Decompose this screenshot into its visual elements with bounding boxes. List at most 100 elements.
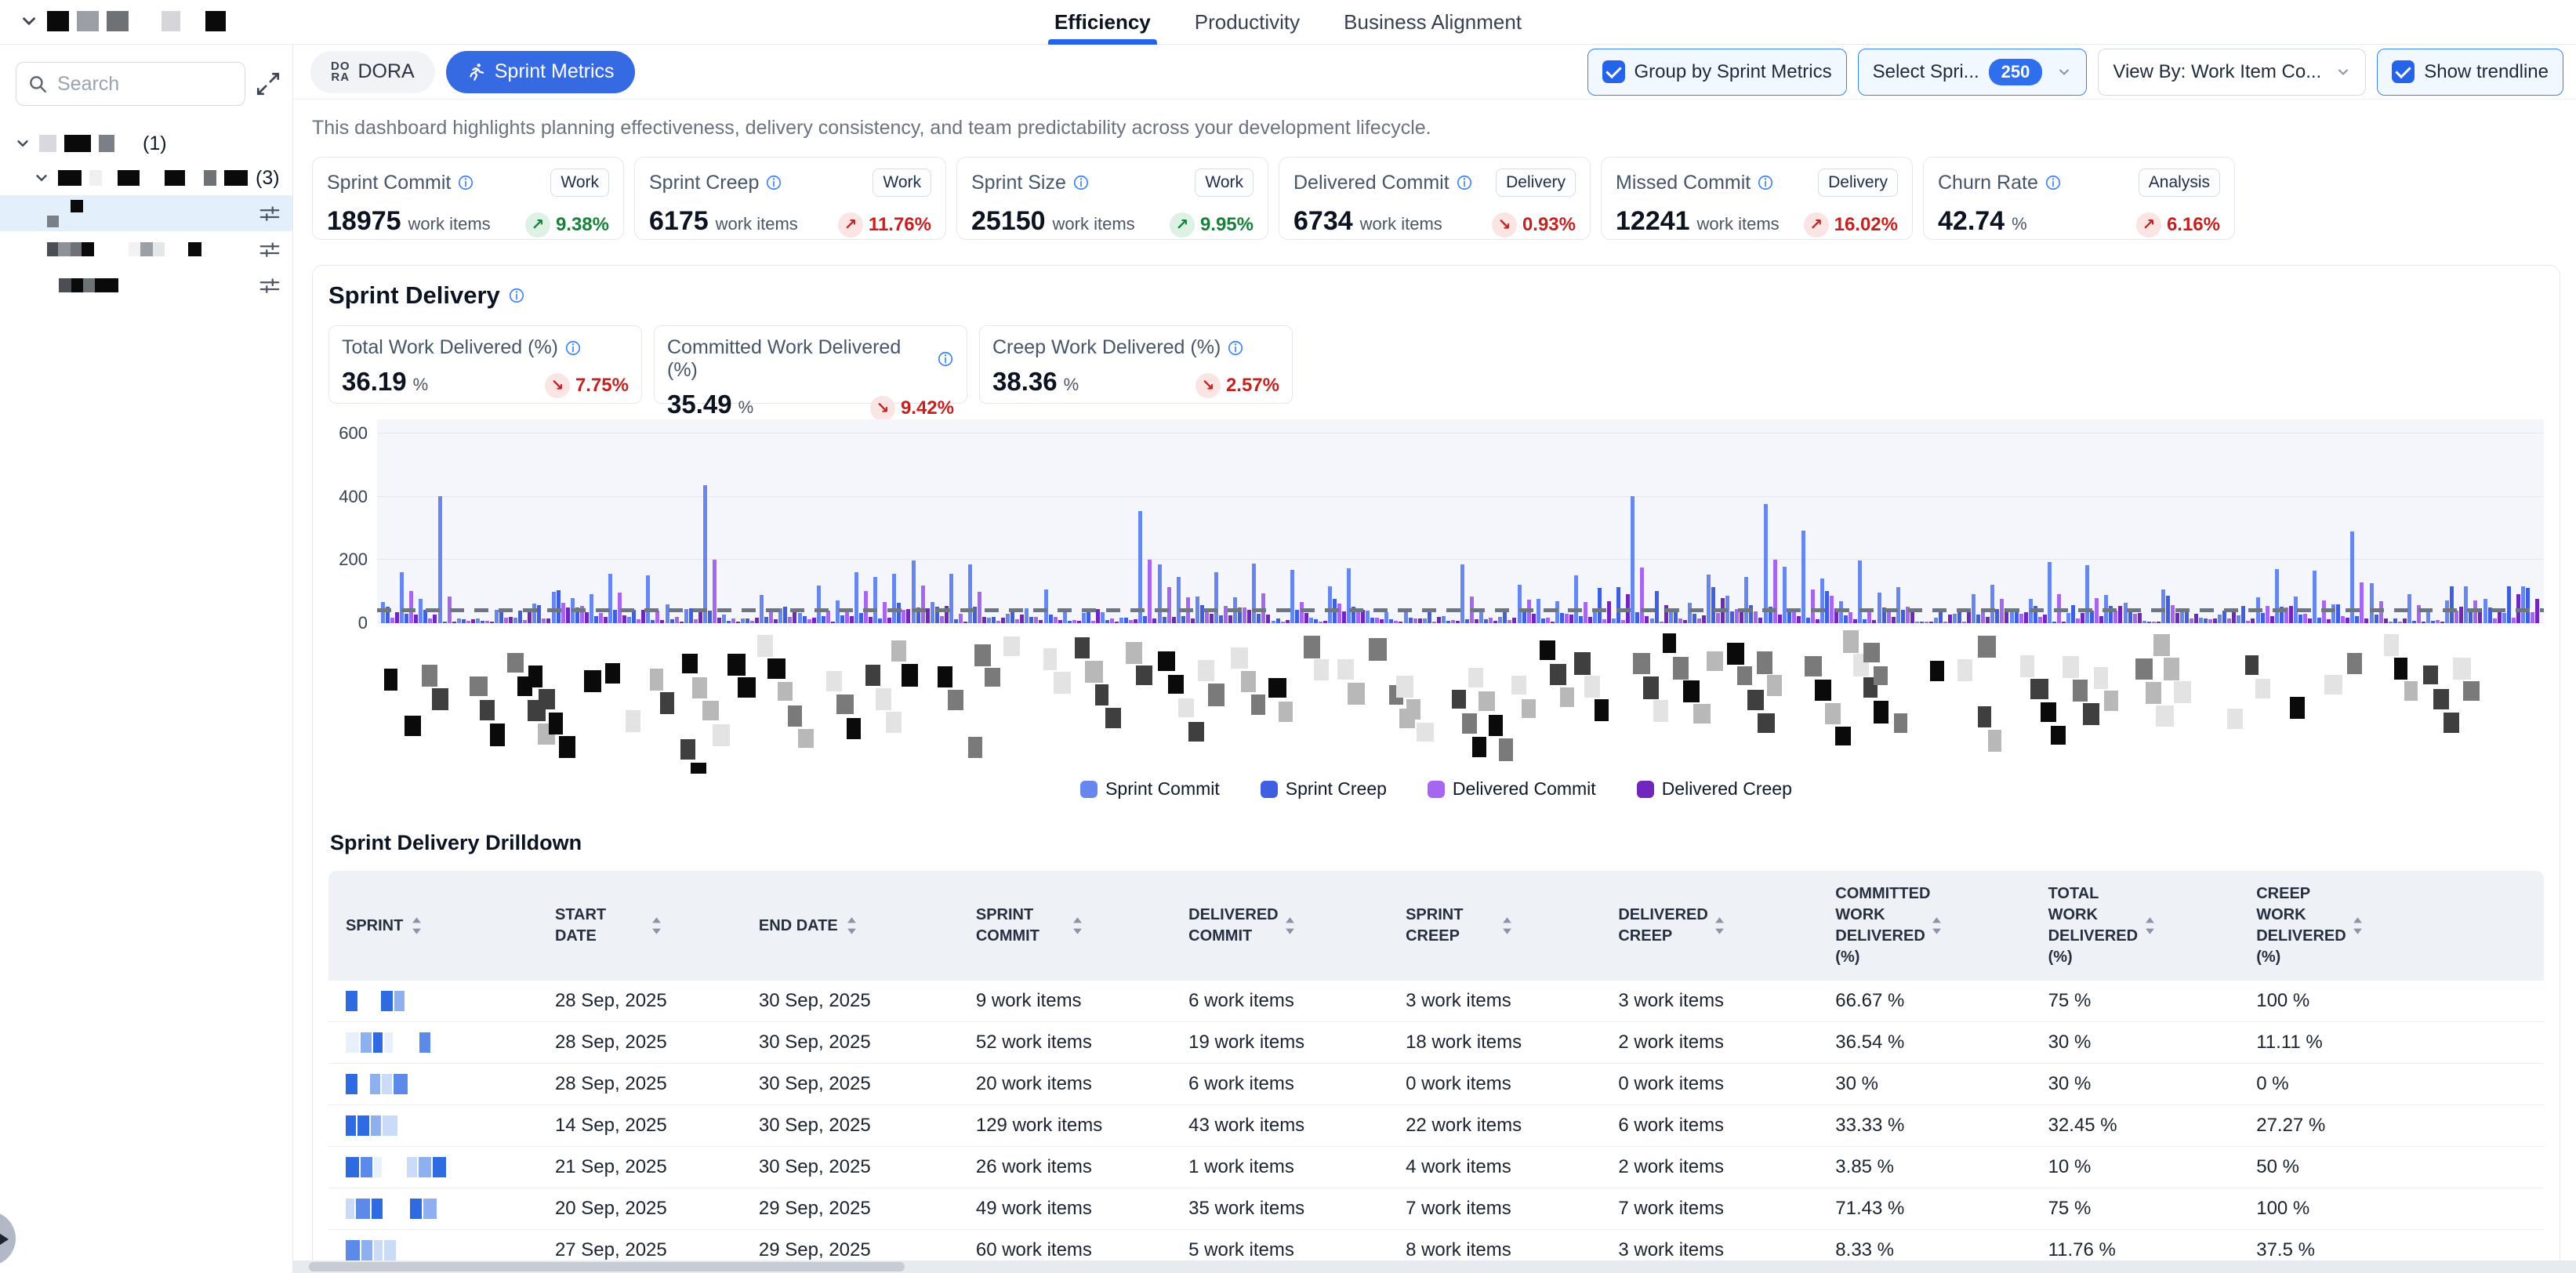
sort-icon[interactable] [1284,916,1296,935]
delivery-card-unit: % [738,397,754,418]
metric-category-badge: Analysis [2139,169,2220,197]
sort-icon[interactable] [1072,916,1083,935]
info-icon[interactable] [765,174,782,191]
tree-leaf[interactable] [0,267,292,303]
table-cell: 66.67 % [1826,981,2038,1022]
metric-value: 18975 [327,206,401,237]
chevron-down-icon [2335,64,2351,80]
sprint-metrics-toggle-button[interactable]: Sprint Metrics [446,51,635,93]
column-header-committed-work-delivered[interactable]: COMMITTED WORK DELIVERED (%) [1826,871,2038,981]
info-icon[interactable] [457,174,474,191]
table-row[interactable]: 28 Sep, 202530 Sep, 202520 work items6 w… [328,1064,2544,1105]
metric-change: ↗6.16% [2136,212,2220,238]
metric-card: Missed CommitDelivery12241work items↗16.… [1601,157,1913,240]
sprint-name-redacted [328,1188,546,1230]
legend-item[interactable]: Sprint Creep [1261,778,1387,800]
table-row[interactable]: 21 Sep, 202530 Sep, 202526 work items1 w… [328,1147,2544,1188]
sort-icon[interactable] [846,916,858,935]
tree-root-item[interactable]: (1) [0,126,292,161]
table-cell: 28 Sep, 2025 [546,1022,749,1064]
table-row[interactable]: 28 Sep, 202530 Sep, 20259 work items6 wo… [328,981,2544,1022]
show-trendline-checkbox[interactable]: Show trendline [2377,49,2563,96]
table-row[interactable]: 20 Sep, 202529 Sep, 202549 work items35 … [328,1188,2544,1230]
legend-label: Sprint Creep [1286,778,1387,800]
sort-icon[interactable] [651,916,662,935]
delivery-percentage-card: Committed Work Delivered (%)35.49%↘9.42% [654,325,967,404]
legend-item[interactable]: Delivered Creep [1637,778,1792,800]
filter-sliders-icon[interactable] [258,201,281,225]
metric-unit: % [2012,214,2027,234]
sort-icon[interactable] [1714,916,1725,935]
column-header-delivered-creep[interactable]: DELIVERED CREEP [1609,871,1826,981]
column-header-delivered-commit[interactable]: DELIVERED COMMIT [1179,871,1396,981]
trendline [377,608,2544,612]
tab-productivity[interactable]: Productivity [1195,0,1300,45]
horizontal-scrollbar[interactable] [293,1260,2576,1273]
sidebar-collapse-button[interactable] [0,1211,16,1266]
table-row[interactable]: 14 Sep, 202530 Sep, 2025129 work items43… [328,1105,2544,1147]
info-icon[interactable] [564,339,582,357]
column-header-end-date[interactable]: END DATE [749,871,967,981]
sort-icon[interactable] [1501,916,1513,935]
column-header-creep-work-delivered[interactable]: CREEP WORK DELIVERED (%) [2247,871,2544,981]
column-header-total-work-delivered[interactable]: TOTAL WORK DELIVERED (%) [2039,871,2248,981]
sprint-name-redacted [328,1064,546,1105]
filter-sliders-icon[interactable] [258,274,281,297]
dora-toggle-button[interactable]: DORA DORA [310,51,435,93]
column-header-sprint-creep[interactable]: SPRINT CREEP [1396,871,1609,981]
group-by-sprint-metrics-checkbox[interactable]: Group by Sprint Metrics [1587,49,1847,96]
metric-category-badge: Work [1195,169,1254,197]
info-icon[interactable] [1456,174,1473,191]
table-cell: 100 % [2247,1188,2544,1230]
tab-efficiency[interactable]: Efficiency [1054,0,1151,45]
dora-label: DORA [358,60,415,83]
table-cell: 1 work items [1179,1147,1396,1188]
table-cell: 28 Sep, 2025 [546,1064,749,1105]
tree-leaf[interactable] [0,231,292,267]
tree-group-item[interactable]: (3) [0,161,292,195]
sort-icon[interactable] [1931,916,1943,935]
delivery-change-value: 7.75% [575,375,629,397]
sort-icon[interactable] [2352,916,2364,935]
redacted-leaf-label [71,242,82,256]
metric-change-value: 9.38% [556,214,609,236]
trend-arrow-icon: ↘ [870,396,895,421]
tree-leaf-selected[interactable] [0,195,292,231]
sprint-name-redacted [328,1147,546,1188]
sort-icon[interactable] [411,916,423,935]
column-header-start-date[interactable]: START DATE [546,871,749,981]
dora-grid-icon: DORA [331,61,350,83]
y-axis-tick-label: 0 [358,613,368,633]
column-header-sprint[interactable]: SPRINT [328,871,546,981]
sort-icon[interactable] [2144,916,2156,935]
search-input[interactable] [57,73,234,96]
metric-change: ↗9.38% [525,212,609,238]
table-cell: 20 Sep, 2025 [546,1188,749,1230]
info-icon[interactable] [1757,174,1774,191]
info-icon[interactable] [508,287,525,304]
info-icon[interactable] [1072,174,1090,191]
workspace-switcher[interactable] [19,11,226,31]
legend-item[interactable]: Delivered Commit [1428,778,1596,800]
metric-card-title: Sprint Creep [649,172,759,194]
delivery-percentage-card: Creep Work Delivered (%)38.36%↘2.57% [979,325,1293,404]
tree-root-count: (1) [143,132,167,155]
column-header-sprint-commit[interactable]: SPRINT COMMIT [967,871,1179,981]
tab-business-alignment[interactable]: Business Alignment [1344,0,1522,45]
checkbox-checked-icon[interactable] [2392,60,2415,83]
metric-card: Sprint SizeWork25150work items↗9.95% [956,157,1268,240]
info-icon[interactable] [2044,174,2062,191]
expand-panel-icon[interactable] [255,71,281,97]
checkbox-checked-icon[interactable] [1602,60,1625,83]
info-icon[interactable] [937,350,954,368]
legend-item[interactable]: Sprint Commit [1080,778,1220,800]
scrollbar-thumb[interactable] [309,1262,905,1271]
select-sprints-dropdown[interactable]: Select Spri... 250 [1858,49,2088,96]
view-by-dropdown[interactable]: View By: Work Item Co... [2098,49,2366,96]
table-cell: 0 % [2247,1064,2544,1105]
table-cell: 3.85 % [1826,1147,2038,1188]
info-icon[interactable] [1227,339,1244,357]
filter-sliders-icon[interactable] [258,238,281,261]
table-cell: 50 % [2247,1147,2544,1188]
table-row[interactable]: 28 Sep, 202530 Sep, 202552 work items19 … [328,1022,2544,1064]
